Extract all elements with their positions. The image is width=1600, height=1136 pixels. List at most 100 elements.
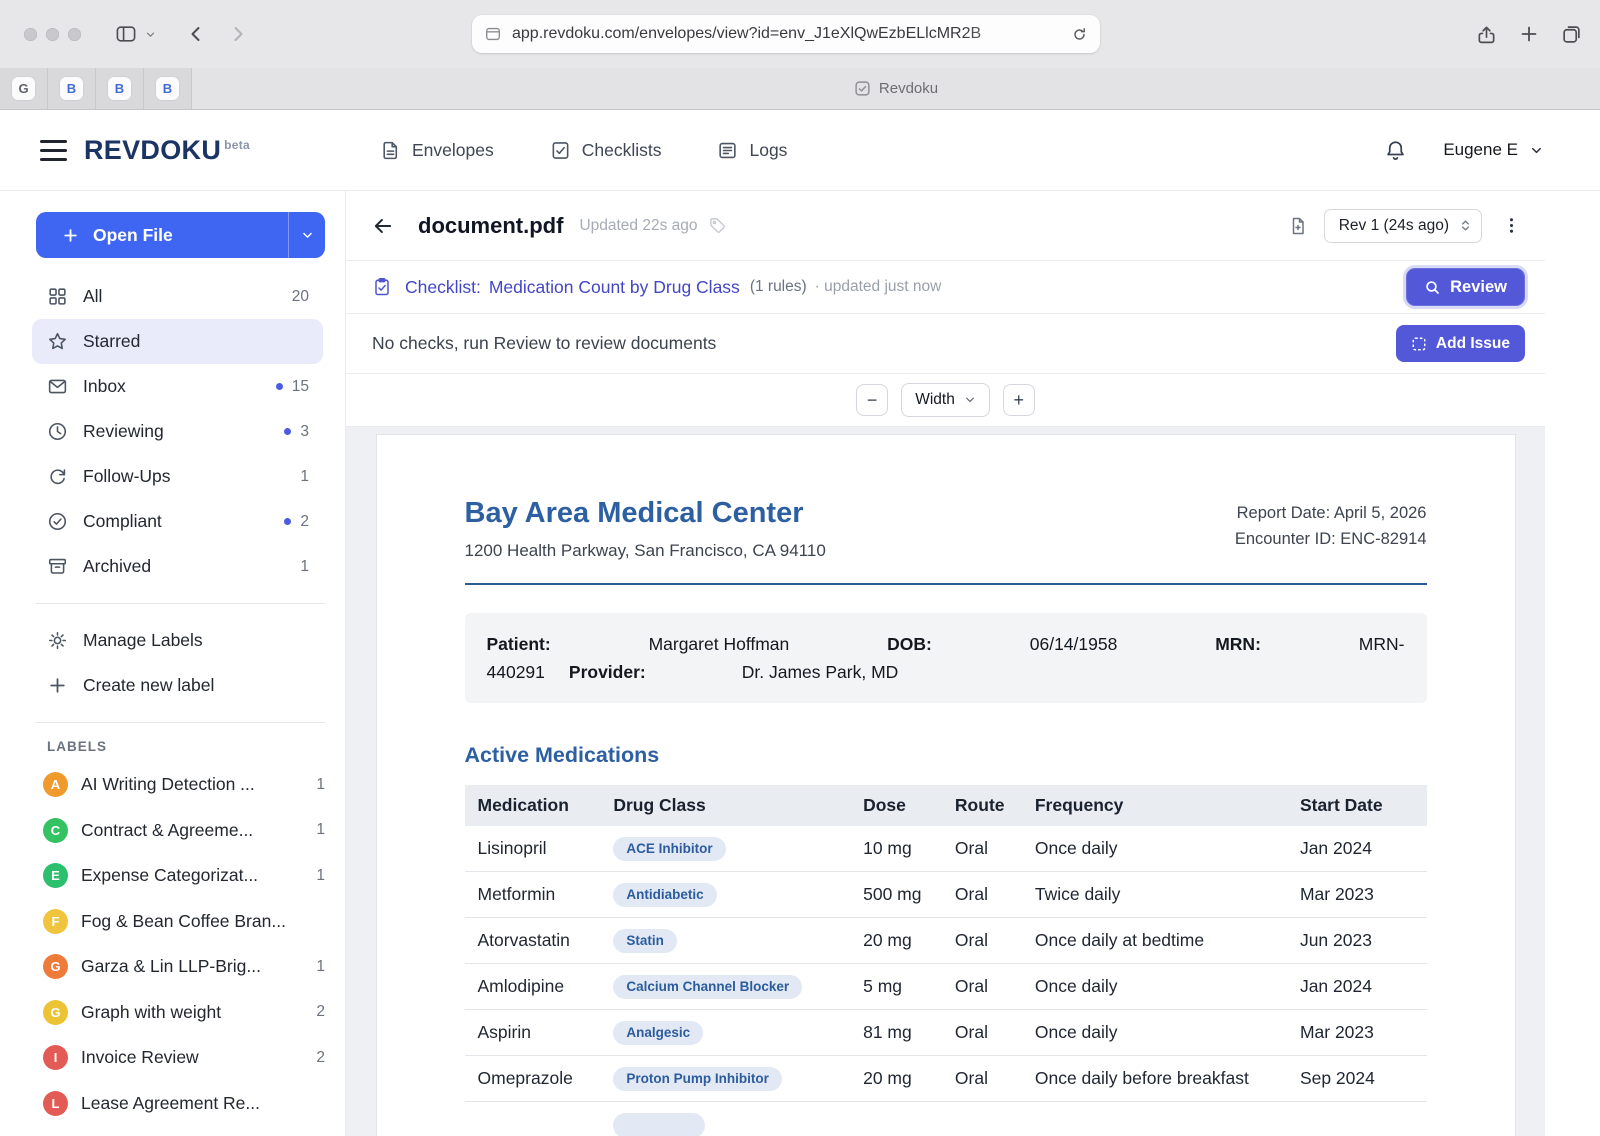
pinned-tab-2[interactable]: B [48,68,96,109]
review-button[interactable]: Review [1406,268,1525,306]
pinned-tab-4[interactable]: B [144,68,192,109]
app-logo[interactable]: REVDOKUbeta [84,135,250,166]
frequency-cell: Once daily before breakfast [1022,1056,1287,1102]
sidebar-item-meta: 1 [300,468,309,486]
section-title: Active Medications [465,743,1427,768]
beta-badge: beta [224,138,250,152]
route-cell: Oral [942,826,1022,872]
grid-icon [47,286,68,307]
column-header-drug-class: Drug Class [600,785,850,826]
review-button-label: Review [1450,278,1507,297]
browser-toolbar: app.revdoku.com/envelopes/view?id=env_J1… [0,0,1600,68]
reload-icon[interactable] [1071,26,1088,43]
zoom-mode-select[interactable]: Width [901,383,990,417]
label-item-fog-bean-coffee-bran[interactable]: F Fog & Bean Coffee Bran... [32,899,325,945]
patient-field-value: MRN- [1359,630,1405,658]
sidebar-item-reviewing[interactable]: Reviewing 3 [32,409,323,454]
revision-value: Rev 1 (24s ago) [1339,217,1449,235]
nav-item-logs[interactable]: Logs [717,140,787,161]
item-count: 1 [300,558,309,576]
zoom-window-button[interactable] [68,28,81,41]
bell-icon[interactable] [1384,139,1407,162]
nav-label: Envelopes [412,140,494,161]
patient-field-label: MRN: [1215,630,1261,658]
minimize-window-button[interactable] [46,28,59,41]
document-viewer[interactable]: Bay Area Medical Center 1200 Health Park… [346,427,1545,1136]
label-item-graph-with-weight[interactable]: G Graph with weight 2 [32,990,325,1036]
label-item-invoice-review[interactable]: I Invoice Review 2 [32,1035,325,1081]
med-row-partial [465,1102,1427,1136]
back-button[interactable] [186,24,206,44]
item-count: 3 [300,423,309,441]
sidebar-item-label: All [83,286,102,307]
sidebar-item-compliant[interactable]: Compliant 2 [32,499,323,544]
unread-dot [284,428,291,435]
nav-label: Checklists [582,140,662,161]
sidebar-item-follow-ups[interactable]: Follow-Ups 1 [32,454,323,499]
label-name: Fog & Bean Coffee Bran... [81,911,312,932]
clinic-address: 1200 Health Parkway, San Francisco, CA 9… [465,541,826,561]
zoom-out-button[interactable]: − [856,384,888,416]
share-icon[interactable] [1476,24,1497,45]
header-right: Eugene E [1384,139,1544,162]
sidebar-item-all[interactable]: All 20 [32,274,323,319]
label-item-expense-categorizat[interactable]: E Expense Categorizat... 1 [32,853,325,899]
add-issue-button[interactable]: Add Issue [1396,325,1525,362]
envelopes-icon [380,140,401,161]
checklist-name-link[interactable]: Medication Count by Drug Class [489,277,740,298]
open-file-main[interactable]: Open File [36,212,288,258]
sidebar-item-archived[interactable]: Archived 1 [32,544,323,589]
label-name: Expense Categorizat... [81,865,303,886]
open-file-dropdown[interactable] [288,212,325,258]
label-item-contract-agreeme[interactable]: C Contract & Agreeme... 1 [32,808,325,854]
item-count: 15 [292,378,309,396]
create-label-button[interactable]: Create new label [32,663,325,708]
sidebar-toggle-icon[interactable] [115,23,137,45]
tab-revdoku[interactable]: Revdoku [192,68,1600,109]
drug-class-badge: ACE Inhibitor [613,837,725,861]
archive-icon [47,556,68,577]
back-arrow-icon[interactable] [372,215,394,237]
pinned-tab-3[interactable]: B [96,68,144,109]
forward-button[interactable] [228,24,248,44]
sidebar-item-starred[interactable]: Starred [32,319,323,364]
zoom-in-button[interactable]: + [1003,384,1035,416]
label-item-ai-writing-detection[interactable]: A AI Writing Detection ... 1 [32,762,325,808]
new-tab-icon[interactable] [1519,24,1539,44]
tab-overview-icon[interactable] [1561,24,1582,45]
manage-labels-button[interactable]: Manage Labels [32,618,325,663]
window-controls [24,28,81,41]
dashed-selection-icon [1411,336,1427,352]
add-document-icon[interactable] [1288,216,1308,236]
checklist-bar: Checklist: Medication Count by Drug Clas… [346,261,1545,314]
label-item-garza-lin-llp-brig[interactable]: G Garza & Lin LLP-Brig... 1 [32,944,325,990]
pinned-tab-1[interactable]: G [0,68,48,109]
checklists-icon [550,140,571,161]
revision-select[interactable]: Rev 1 (24s ago) [1324,209,1482,243]
label-name: Lease Agreement Re... [81,1093,312,1114]
patient-field-value: Dr. James Park, MD [742,658,899,686]
magnifier-icon [1424,279,1441,296]
clipboard-check-icon [372,277,392,297]
open-file-button[interactable]: Open File [36,212,325,258]
checklist-rules-count: (1 rules) [750,278,807,296]
menu-icon[interactable] [40,140,67,161]
route-cell: Oral [942,872,1022,918]
more-options-icon[interactable] [1498,216,1525,235]
user-menu[interactable]: Eugene E [1443,140,1544,160]
label-item-lease-agreement-re[interactable]: L Lease Agreement Re... [32,1081,325,1127]
sidebar-item-inbox[interactable]: Inbox 15 [32,364,323,409]
frequency-cell: Once daily [1022,826,1287,872]
route-cell: Oral [942,1010,1022,1056]
dose-cell: 20 mg [850,1056,942,1102]
nav-item-envelopes[interactable]: Envelopes [380,140,494,161]
label-avatar: A [43,772,68,797]
label-count: 1 [316,867,325,885]
tag-icon[interactable] [708,216,727,235]
medication-cell: Atorvastatin [465,918,601,964]
address-bar[interactable]: app.revdoku.com/envelopes/view?id=env_J1… [472,15,1100,53]
close-window-button[interactable] [24,28,37,41]
toolbar-chevron-down-icon[interactable] [145,29,156,40]
url-text[interactable]: app.revdoku.com/envelopes/view?id=env_J1… [512,25,1061,43]
nav-item-checklists[interactable]: Checklists [550,140,662,161]
